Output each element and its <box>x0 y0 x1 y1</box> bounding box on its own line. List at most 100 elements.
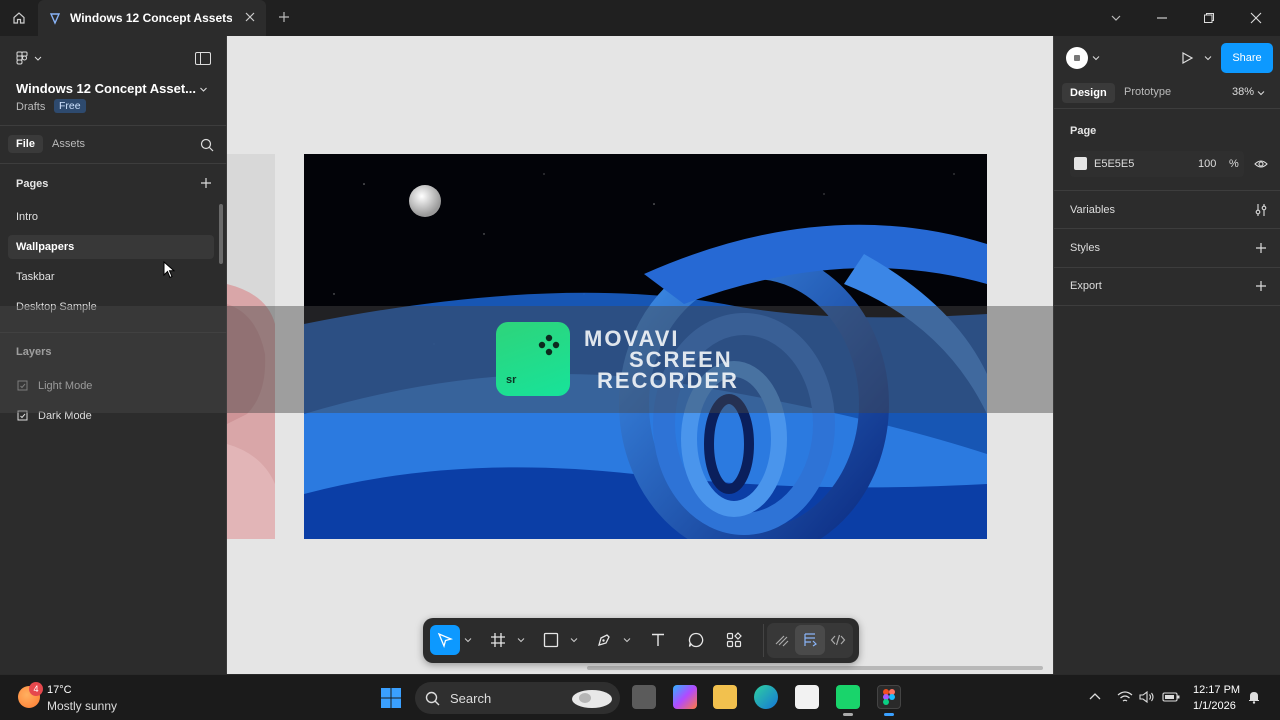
mouse-cursor-icon <box>163 261 175 279</box>
frame-tool-button[interactable] <box>483 625 513 655</box>
layer-item-dark-mode[interactable]: Dark Mode <box>16 409 92 422</box>
app-running-indicator <box>843 713 853 716</box>
task-view-icon[interactable] <box>632 685 656 709</box>
browser-tab[interactable]: Windows 12 Concept Assets (Co <box>38 0 266 36</box>
gamepad-dots-icon <box>538 334 560 356</box>
panel-divider <box>1054 190 1280 191</box>
app-active-indicator <box>884 713 894 716</box>
comment-tool-button[interactable] <box>681 625 711 655</box>
add-export-icon[interactable] <box>1255 280 1267 292</box>
file-menu-chevron-icon[interactable] <box>199 85 208 94</box>
plan-badge: Free <box>54 99 86 113</box>
right-panel: Share Design Prototype 38% Page E5E5E5 1… <box>1053 36 1280 674</box>
page-item-taskbar[interactable]: Taskbar <box>8 265 214 289</box>
search-icon[interactable] <box>200 138 214 152</box>
draw-mode-button[interactable] <box>767 625 797 655</box>
add-style-icon[interactable] <box>1255 242 1267 254</box>
mode-toggle-group <box>767 623 853 658</box>
figma-menu-icon[interactable] <box>16 51 44 65</box>
chevron-down-icon[interactable] <box>623 636 631 644</box>
layer-label: Dark Mode <box>38 409 92 422</box>
tab-design[interactable]: Design <box>1062 83 1115 103</box>
recorder-logo: sr <box>496 322 570 396</box>
taskbar-search[interactable]: Search <box>415 682 620 714</box>
movavi-recorder-icon[interactable] <box>836 685 860 709</box>
wifi-icon[interactable] <box>1117 690 1133 704</box>
add-page-icon[interactable] <box>200 177 212 189</box>
sidebar-toggle-icon[interactable] <box>195 52 211 65</box>
text-tool-button[interactable] <box>643 625 673 655</box>
new-tab-icon[interactable] <box>276 9 292 25</box>
copilot-icon[interactable] <box>673 685 697 709</box>
volume-icon[interactable] <box>1139 690 1155 704</box>
variables-sliders-icon[interactable] <box>1254 203 1268 217</box>
restore-button[interactable] <box>1200 9 1218 27</box>
pen-icon <box>598 634 610 646</box>
drafts-location[interactable]: Drafts <box>16 101 45 113</box>
pages-scrollbar[interactable] <box>219 204 223 264</box>
moon-shape <box>409 185 441 217</box>
figma-app-icon[interactable] <box>877 685 901 709</box>
dev-mode-button[interactable] <box>823 625 853 655</box>
close-tab-icon[interactable] <box>244 11 256 23</box>
chevron-up-icon[interactable] <box>1088 690 1102 704</box>
rectangle-tool-button[interactable] <box>536 625 566 655</box>
microsoft-store-icon[interactable] <box>795 685 819 709</box>
light-wallpaper-image <box>227 154 275 539</box>
close-window-button[interactable] <box>1247 9 1265 27</box>
page-item-wallpapers[interactable]: Wallpapers <box>8 235 214 259</box>
chevron-down-icon[interactable] <box>517 636 525 644</box>
light-mode-frame[interactable] <box>227 154 275 539</box>
clock-date[interactable]: 1/1/2026 <box>1193 700 1236 712</box>
chevron-down-icon <box>1111 15 1121 21</box>
tab-prototype[interactable]: Prototype <box>1124 86 1171 98</box>
present-play-icon[interactable] <box>1180 51 1194 65</box>
page-opacity-value[interactable]: 100 <box>1198 158 1216 170</box>
close-icon <box>1250 12 1262 24</box>
tab-list-button[interactable] <box>1107 9 1125 27</box>
file-title[interactable]: Windows 12 Concept Asset... <box>16 81 196 96</box>
share-button[interactable]: Share <box>1221 43 1273 73</box>
search-highlight-icon <box>572 690 612 708</box>
eye-visibility-icon[interactable] <box>1254 157 1268 171</box>
page-item-desktop-sample[interactable]: Desktop Sample <box>8 295 214 319</box>
figma-tab-icon <box>49 13 61 25</box>
minimize-button[interactable] <box>1153 9 1171 27</box>
comment-bubble-icon <box>688 632 704 648</box>
tab-file[interactable]: File <box>8 135 43 153</box>
avatar[interactable] <box>1066 47 1088 69</box>
weather-temperature[interactable]: 17°C <box>47 684 72 696</box>
page-item-intro[interactable]: Intro <box>8 205 214 229</box>
page-color-hex[interactable]: E5E5E5 <box>1094 158 1134 170</box>
weather-description[interactable]: Mostly sunny <box>47 699 117 713</box>
clock-time[interactable]: 12:17 PM <box>1193 684 1240 696</box>
chevron-down-icon[interactable] <box>570 636 578 644</box>
chevron-down-icon[interactable] <box>1257 89 1265 97</box>
file-header: Windows 12 Concept Asset... Drafts Free <box>0 36 227 126</box>
zoom-level[interactable]: 38% <box>1232 86 1254 98</box>
layer-item-light-mode[interactable]: Light Mode <box>16 379 92 392</box>
actions-tool-button[interactable] <box>719 625 749 655</box>
home-button[interactable] <box>6 6 32 30</box>
windows-start-icon[interactable] <box>380 687 402 709</box>
page-heading: Page <box>1070 125 1097 137</box>
notification-bell-icon[interactable] <box>1247 690 1261 704</box>
pages-heading: Pages <box>16 178 49 190</box>
design-mode-button[interactable] <box>795 625 825 655</box>
export-heading: Export <box>1070 280 1102 292</box>
edge-browser-icon[interactable] <box>754 685 778 709</box>
layers-heading: Layers <box>16 346 52 358</box>
file-explorer-icon[interactable] <box>713 685 737 709</box>
panel-divider <box>1054 305 1280 306</box>
chevron-down-icon[interactable] <box>1092 54 1100 62</box>
battery-icon[interactable] <box>1162 690 1180 704</box>
tab-assets[interactable]: Assets <box>52 138 85 150</box>
pen-tool-button[interactable] <box>589 625 619 655</box>
chevron-down-icon[interactable] <box>1204 54 1212 62</box>
draw-scribble-icon <box>775 635 789 647</box>
code-brackets-icon <box>830 634 846 646</box>
chevron-down-icon[interactable] <box>464 636 472 644</box>
canvas-horizontal-scrollbar[interactable] <box>587 666 1043 670</box>
move-tool-button[interactable] <box>430 625 460 655</box>
page-color-swatch[interactable] <box>1074 157 1087 170</box>
